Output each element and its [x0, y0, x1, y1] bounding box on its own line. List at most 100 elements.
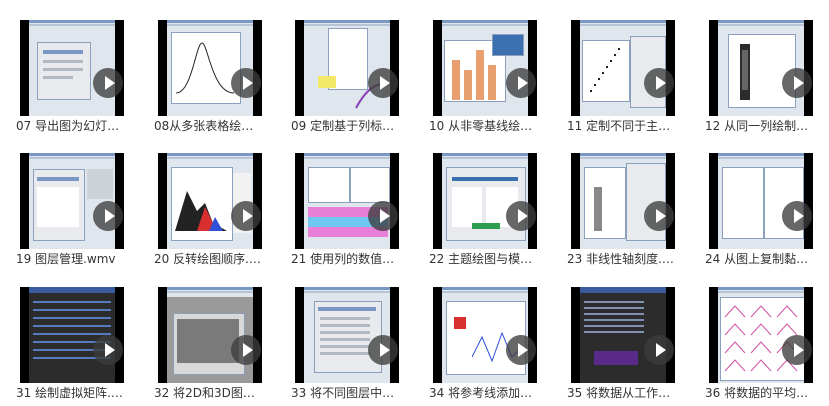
mini-peak — [750, 321, 772, 336]
video-title[interactable]: 34 将参考线添加… — [429, 385, 543, 401]
point — [594, 84, 596, 86]
video-card[interactable]: 19 图层管理.wmv — [16, 153, 124, 267]
video-card[interactable]: 31 绘制虚拟矩阵.… — [16, 287, 124, 401]
video-thumbnail[interactable] — [433, 153, 537, 249]
peak-curve — [172, 33, 238, 101]
video-card[interactable]: 36 将数据的平均… — [705, 287, 813, 401]
screen-element — [452, 187, 482, 227]
point — [602, 72, 604, 74]
play-icon[interactable] — [231, 68, 261, 98]
video-title[interactable]: 22 主题绘图与模… — [429, 251, 543, 267]
mini-peak — [750, 357, 772, 372]
screen-element — [584, 301, 644, 303]
mini-peak — [724, 357, 746, 372]
screen-element — [580, 287, 666, 293]
video-title[interactable]: 23 非线性轴刻度.… — [567, 251, 681, 267]
video-card[interactable]: 11 定制不同于主… — [567, 20, 675, 134]
video-thumbnail[interactable] — [295, 153, 399, 249]
video-title[interactable]: 11 定制不同于主… — [567, 118, 681, 134]
video-thumbnail[interactable] — [295, 20, 399, 116]
video-card[interactable]: 12 从同一列绘制… — [705, 20, 813, 134]
screen-element — [33, 325, 111, 327]
video-thumbnail[interactable] — [709, 287, 813, 383]
play-icon[interactable] — [368, 335, 398, 365]
point — [606, 66, 608, 68]
play-icon[interactable] — [506, 335, 536, 365]
play-icon[interactable] — [93, 201, 123, 231]
screen-element — [320, 317, 370, 320]
video-title[interactable]: 21 使用列的数值… — [291, 251, 405, 267]
video-thumbnail[interactable] — [20, 153, 124, 249]
play-icon[interactable] — [93, 335, 123, 365]
video-card[interactable]: 07 导出图为幻灯… — [16, 20, 124, 134]
screen-dialog — [314, 301, 382, 373]
video-title[interactable]: 33 将不同图层中… — [291, 385, 405, 401]
video-card[interactable]: 35 将数据从工作… — [567, 287, 675, 401]
play-icon[interactable] — [644, 68, 674, 98]
screen-dialog — [492, 34, 524, 56]
video-card[interactable]: 09 定制基于列标… — [291, 20, 399, 134]
mini-peak — [776, 303, 798, 318]
video-card[interactable]: 08从多张表格绘… — [154, 20, 262, 134]
video-card[interactable]: 23 非线性轴刻度.… — [567, 153, 675, 267]
screen-titlebar — [718, 287, 804, 290]
video-title[interactable]: 07 导出图为幻灯… — [16, 118, 130, 134]
video-card[interactable]: 33 将不同图层中… — [291, 287, 399, 401]
screen-element — [584, 325, 644, 327]
play-icon[interactable] — [644, 201, 674, 231]
video-thumbnail[interactable] — [158, 287, 262, 383]
play-icon[interactable] — [368, 201, 398, 231]
video-title[interactable]: 10 从非零基线绘… — [429, 118, 543, 134]
video-thumbnail[interactable] — [571, 287, 675, 383]
play-icon[interactable] — [231, 201, 261, 231]
video-card[interactable]: 10 从非零基线绘… — [429, 20, 537, 134]
video-card[interactable]: 32 将2D和3D图… — [154, 287, 262, 401]
play-icon[interactable] — [782, 335, 812, 365]
play-icon[interactable] — [368, 68, 398, 98]
video-title[interactable]: 31 绘制虚拟矩阵.… — [16, 385, 130, 401]
play-icon[interactable] — [93, 68, 123, 98]
video-card[interactable]: 21 使用列的数值… — [291, 153, 399, 267]
video-card[interactable]: 22 主题绘图与模… — [429, 153, 537, 267]
video-title[interactable]: 12 从同一列绘制… — [705, 118, 819, 134]
play-icon[interactable] — [644, 335, 674, 365]
point — [598, 78, 600, 80]
screen-element — [584, 307, 644, 309]
video-thumbnail[interactable] — [158, 153, 262, 249]
screen-graph — [728, 34, 796, 108]
video-title[interactable]: 36 将数据的平均… — [705, 385, 819, 401]
screen-menubar — [580, 157, 666, 159]
video-card[interactable]: 20 反转绘图顺序.… — [154, 153, 262, 267]
point — [610, 60, 612, 62]
screen-titlebar — [304, 20, 390, 23]
video-thumbnail[interactable] — [20, 287, 124, 383]
video-title[interactable]: 19 图层管理.wmv — [16, 251, 130, 267]
video-thumbnail[interactable] — [709, 153, 813, 249]
screen-graph — [722, 167, 764, 239]
video-title[interactable]: 09 定制基于列标… — [291, 118, 405, 134]
screen-element — [43, 50, 83, 54]
video-thumbnail[interactable] — [20, 20, 124, 116]
play-icon[interactable] — [506, 68, 536, 98]
bar-mark — [488, 65, 496, 100]
video-card[interactable]: 34 将参考线添加… — [429, 287, 537, 401]
play-icon[interactable] — [782, 68, 812, 98]
mini-peak — [724, 303, 746, 318]
video-thumbnail[interactable] — [709, 20, 813, 116]
video-title[interactable]: 32 将2D和3D图… — [154, 385, 268, 401]
screen-graph — [350, 167, 390, 203]
play-icon[interactable] — [231, 335, 261, 365]
play-icon[interactable] — [782, 201, 812, 231]
video-thumbnail[interactable] — [158, 20, 262, 116]
video-title[interactable]: 08从多张表格绘… — [154, 118, 268, 134]
video-title[interactable]: 24 从图上复制黏… — [705, 251, 819, 267]
video-thumbnail[interactable] — [571, 20, 675, 116]
video-thumbnail[interactable] — [433, 287, 537, 383]
video-thumbnail[interactable] — [295, 287, 399, 383]
video-thumbnail[interactable] — [571, 153, 675, 249]
video-title[interactable]: 20 反转绘图顺序.… — [154, 251, 268, 267]
video-thumbnail[interactable] — [433, 20, 537, 116]
play-icon[interactable] — [506, 201, 536, 231]
video-card[interactable]: 24 从图上复制黏… — [705, 153, 813, 267]
video-title[interactable]: 35 将数据从工作… — [567, 385, 681, 401]
